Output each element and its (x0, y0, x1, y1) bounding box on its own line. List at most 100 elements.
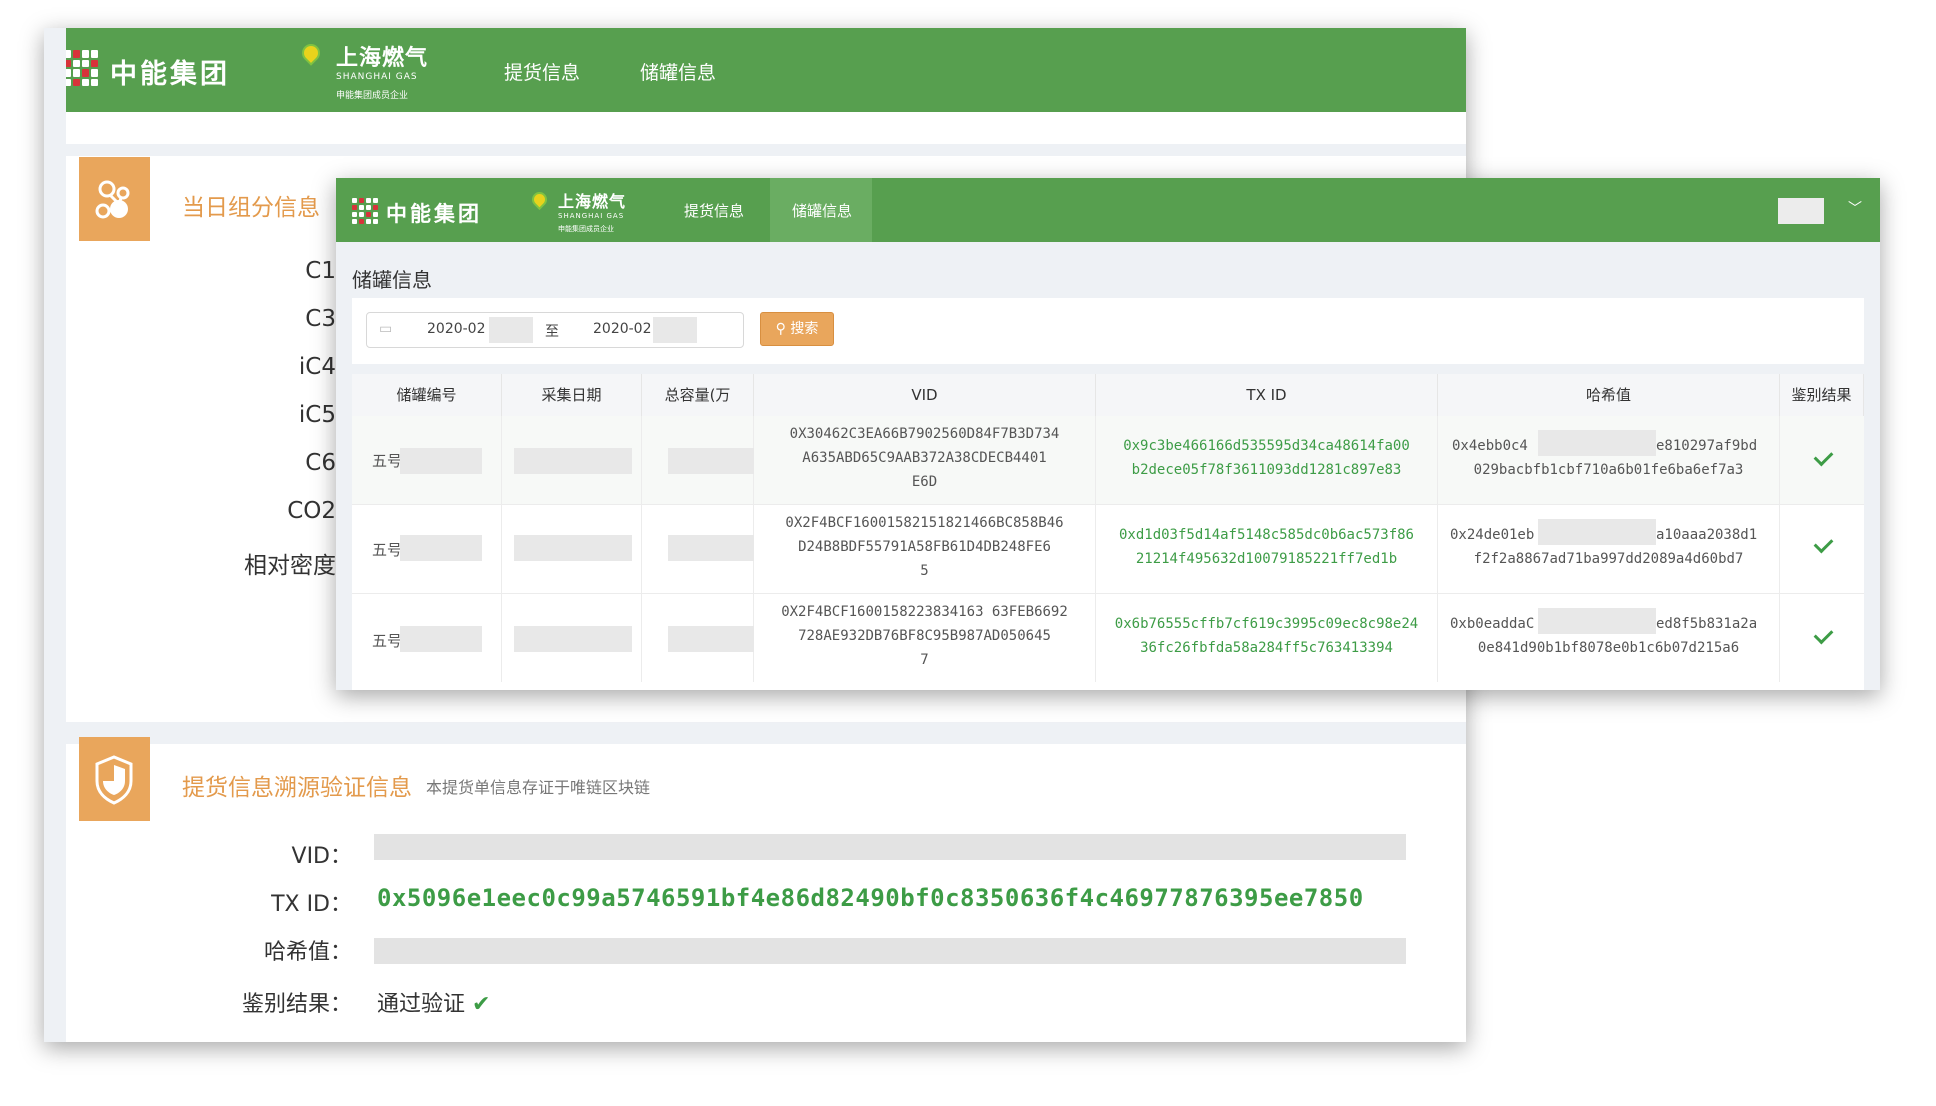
search-bar: ▭ 2020-02 至 2020-02 ⚲ 搜索 (352, 298, 1864, 364)
page-title: 储罐信息 (352, 268, 432, 292)
vid-value-redacted (374, 834, 1406, 860)
hash-part: 0xb0eaddaC (1450, 616, 1535, 632)
capacity-redacted (668, 448, 754, 474)
column-header: 哈希值 (1438, 374, 1780, 416)
chevron-down-icon[interactable]: ﹀ (1848, 198, 1862, 218)
composition-title: 当日组分信息 (182, 195, 320, 221)
verified-check-icon (1813, 533, 1834, 554)
gas-en: SHANGHAI GAS (558, 212, 625, 220)
gas-en: SHANGHAI GAS (336, 72, 418, 82)
date-redacted (514, 535, 632, 561)
tank-table: 储罐编号 采集日期 总容量(万 VID TX ID 哈希值 鉴别结果 五号 0X… (352, 374, 1864, 690)
comp-label: C6 (305, 450, 336, 476)
vid-line: 7 (920, 652, 929, 668)
front-window: 中能集团 上海燃气 SHANGHAI GAS 申能集团成员企业 提货信息 储罐信… (336, 178, 1880, 690)
date-to: 2020-02 (593, 321, 652, 337)
gas-sub: 申能集团成员企业 (336, 91, 409, 101)
group-logo-icon (64, 50, 98, 86)
hash-label: 哈希值： (263, 940, 352, 965)
gas-sub: 申能集团成员企业 (558, 225, 614, 233)
hash-part: e810297af9bd (1656, 438, 1758, 454)
txid-line: 0x6b76555cffb7cf619c3995c09ec8c98e24 (1114, 616, 1419, 632)
verify-title: 提货信息溯源验证信息 (182, 775, 412, 801)
date-range-picker[interactable]: ▭ 2020-02 至 2020-02 (366, 312, 744, 348)
tank-id-prefix: 五号 (372, 452, 403, 470)
divider (44, 144, 1466, 156)
tank-id-prefix: 五号 (372, 541, 403, 559)
comp-label: C1 (305, 258, 336, 284)
vid-line: A635ABD65C9AAB372A38CDECB4401 (802, 450, 1047, 466)
hash-value-redacted (374, 938, 1406, 964)
comp-label: 相对密度 (244, 553, 336, 579)
txid-line: 21214f495632d10079185221ff7ed1b (1135, 551, 1398, 567)
date-from: 2020-02 (427, 321, 486, 337)
group-logo-icon (352, 198, 378, 224)
gas-name: 上海燃气 (336, 46, 429, 71)
gas-logo: 上海燃气 SHANGHAI GAS 申能集团成员企业 (558, 188, 626, 234)
search-button-label: 搜索 (790, 321, 819, 337)
vid-line: 0X2F4BCF1600158223834163 63FEB6692 (781, 604, 1068, 620)
gas-name: 上海燃气 (558, 192, 627, 211)
txid-label: TX ID： (271, 892, 352, 917)
hash-redacted (1538, 519, 1656, 545)
capacity-redacted (668, 626, 754, 652)
hash-line: 0e841d90b1bf8078e0b1c6b07d215a6 (1477, 640, 1740, 656)
date-redacted (489, 317, 533, 343)
verified-check-icon (1813, 446, 1834, 467)
vid-line: E6D (911, 474, 938, 490)
hash-line: 029bacbfb1cbf710a6b01fe6ba6ef7a3 (1473, 462, 1744, 478)
gas-logo: 上海燃气 SHANGHAI GAS 申能集团成员企业 (336, 40, 428, 101)
txid-line: 0xd1d03f5d14af5148c585dc0b6ac573f86 (1118, 527, 1414, 543)
vid-line: 0X30462C3EA66B7902560D84F7B3D734 (789, 426, 1060, 442)
comp-label: CO2 (287, 498, 336, 524)
hash-part: a10aaa2038d1 (1656, 527, 1758, 543)
search-button[interactable]: ⚲ 搜索 (760, 312, 834, 346)
user-avatar[interactable] (1778, 198, 1824, 224)
comp-label: C3 (305, 306, 336, 332)
composition-section-icon (79, 157, 150, 241)
comp-label: iC4 (298, 354, 336, 380)
divider (44, 722, 1466, 744)
hash-redacted (1538, 430, 1656, 456)
tank-id-redacted (400, 626, 482, 652)
group-name: 中能集团 (386, 202, 482, 226)
nav-item-pickup[interactable]: 提货信息 (684, 200, 744, 221)
gas-flame-icon (528, 188, 551, 211)
column-header: 鉴别结果 (1780, 374, 1864, 416)
nav-item-tank[interactable]: 储罐信息 (640, 58, 716, 85)
tank-id-prefix: 五号 (372, 632, 403, 650)
front-top-nav: 中能集团 上海燃气 SHANGHAI GAS 申能集团成员企业 提货信息 储罐信… (336, 178, 1880, 242)
column-header: TX ID (1096, 374, 1438, 416)
search-icon: ⚲ (775, 321, 786, 337)
column-header: VID (754, 374, 1096, 416)
date-separator: 至 (545, 324, 559, 340)
group-name: 中能集团 (110, 59, 230, 90)
txid-line: 36fc26fbfda58a284ff5c763413394 (1140, 640, 1393, 656)
hash-part: ed8f5b831a2a (1656, 616, 1758, 632)
vid-line: 0X2F4BCF16001582151821466BC858B46 (785, 515, 1064, 531)
table-row: 五号 0X2F4BCF1600158223834163 63FEB6692 72… (352, 594, 1864, 682)
nav-item-tank[interactable]: 储罐信息 (792, 200, 852, 221)
table-row: 五号 0X2F4BCF16001582151821466BC858B46 D24… (352, 505, 1864, 593)
txid-line: b2dece05f78f3611093dd1281c897e83 (1131, 462, 1402, 478)
verify-section-icon (79, 737, 150, 821)
verified-check-icon (1813, 624, 1834, 645)
shield-icon (95, 755, 133, 805)
back-top-nav: 中能集团 上海燃气 SHANGHAI GAS 申能集团成员企业 提货信息 储罐信… (44, 28, 1466, 112)
result-value: 通过验证 ✔ (377, 986, 490, 1018)
left-gutter (44, 28, 66, 1042)
molecule-icon (95, 180, 130, 219)
nav-item-pickup[interactable]: 提货信息 (504, 58, 580, 85)
check-icon: ✔ (472, 992, 491, 1017)
column-header: 采集日期 (502, 374, 642, 416)
result-label: 鉴别结果： (241, 992, 352, 1017)
date-redacted (514, 626, 632, 652)
hash-part: 0x24de01eb (1450, 527, 1535, 543)
capacity-redacted (668, 535, 754, 561)
date-redacted (514, 448, 632, 474)
vid-line: 5 (920, 563, 929, 579)
column-header: 总容量(万 (642, 374, 754, 416)
txid-value: 0x5096e1eec0c99a5746591bf4e86d82490bf0c8… (377, 884, 1364, 912)
column-header: 储罐编号 (352, 374, 502, 416)
verify-subtitle: 本提货单信息存证于唯链区块链 (426, 778, 651, 797)
